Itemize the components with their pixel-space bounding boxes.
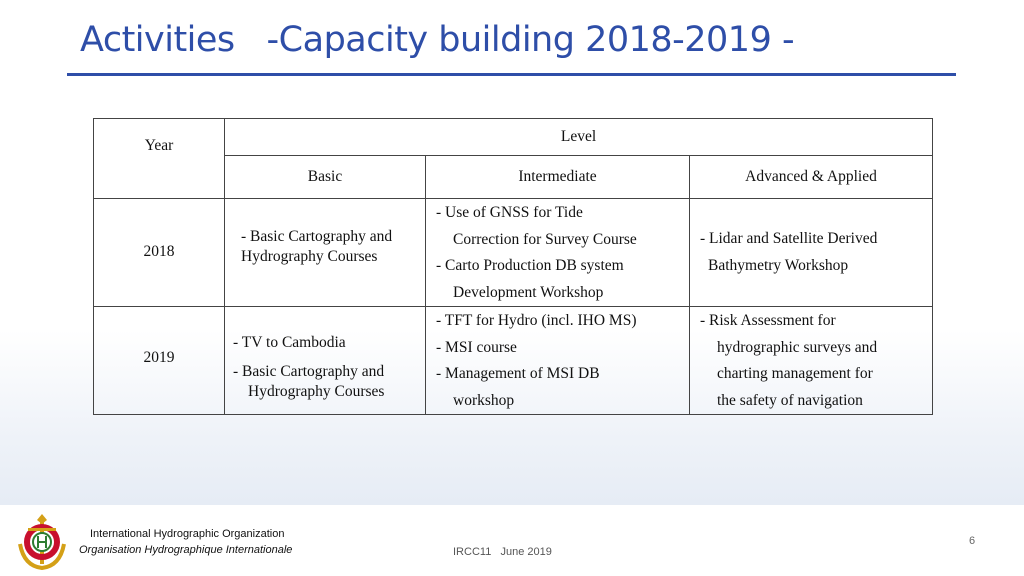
list-item: - TV to Cambodia: [233, 334, 346, 351]
footer-bar: [0, 505, 1024, 576]
list-item: workshop: [453, 391, 515, 409]
list-item: - Management of MSI DB: [436, 365, 600, 382]
list-item: charting management for: [717, 365, 873, 382]
title-underline: [67, 73, 956, 76]
iho-emblem-logo-icon: [18, 514, 66, 571]
org-name-french: Organisation Hydrographique Internationa…: [79, 544, 293, 556]
table-row: 2019 - TV to Cambodia - Basic Cartograph…: [93, 306, 934, 415]
year-cell: 2019: [93, 306, 225, 415]
header-level: Level: [223, 118, 934, 156]
list-item: - Risk Assessment for: [700, 312, 836, 329]
intermediate-cell: - TFT for Hydro (incl. IHO MS) - MSI cou…: [425, 306, 690, 415]
page-number: 6: [969, 535, 976, 547]
basic-cell: - Basic Cartography and Hydrography Cour…: [224, 198, 426, 307]
list-item: - Basic Cartography and: [241, 228, 393, 245]
list-item: - Basic Cartography and: [233, 363, 385, 380]
header-advanced: Advanced & Applied: [688, 155, 934, 199]
basic-cell: - TV to Cambodia - Basic Cartography and…: [224, 306, 426, 415]
list-item: - MSI course: [436, 338, 517, 356]
list-item: the safety of navigation: [717, 391, 863, 409]
table-row: 2018 - Basic Cartography and Hydrography…: [93, 198, 934, 307]
list-item: - Carto Production DB system: [436, 257, 624, 274]
year-cell: 2018: [93, 198, 225, 307]
list-item: Correction for Survey Course: [453, 230, 637, 248]
header-basic: Basic: [224, 155, 426, 199]
list-item: - Lidar and Satellite Derived: [700, 230, 878, 247]
list-item: Hydrography Courses: [248, 383, 385, 400]
list-item: Bathymetry Workshop: [708, 256, 849, 274]
capacity-building-table: Year Level Basic Intermediate Advanced &…: [93, 118, 934, 415]
list-item: - TFT for Hydro (incl. IHO MS): [436, 312, 637, 329]
list-item: Development Workshop: [453, 283, 604, 301]
list-item: hydrographic surveys and: [717, 338, 878, 356]
header-intermediate: Intermediate: [425, 155, 690, 199]
list-item: Hydrography Courses: [241, 248, 378, 265]
advanced-cell: - Lidar and Satellite Derived Bathymetry…: [688, 198, 934, 307]
org-name-english: International Hydrographic Organization: [90, 528, 285, 540]
intermediate-cell: - Use of GNSS for Tide Correction for Su…: [425, 198, 690, 307]
header-year: Year: [93, 118, 225, 199]
advanced-cell: - Risk Assessment for hydrographic surve…: [688, 306, 934, 415]
slide-title: Activities -Capacity building 2018-2019 …: [80, 20, 795, 60]
footer-event: IRCC11 June 2019: [453, 546, 552, 558]
list-item: - Use of GNSS for Tide: [436, 204, 583, 221]
